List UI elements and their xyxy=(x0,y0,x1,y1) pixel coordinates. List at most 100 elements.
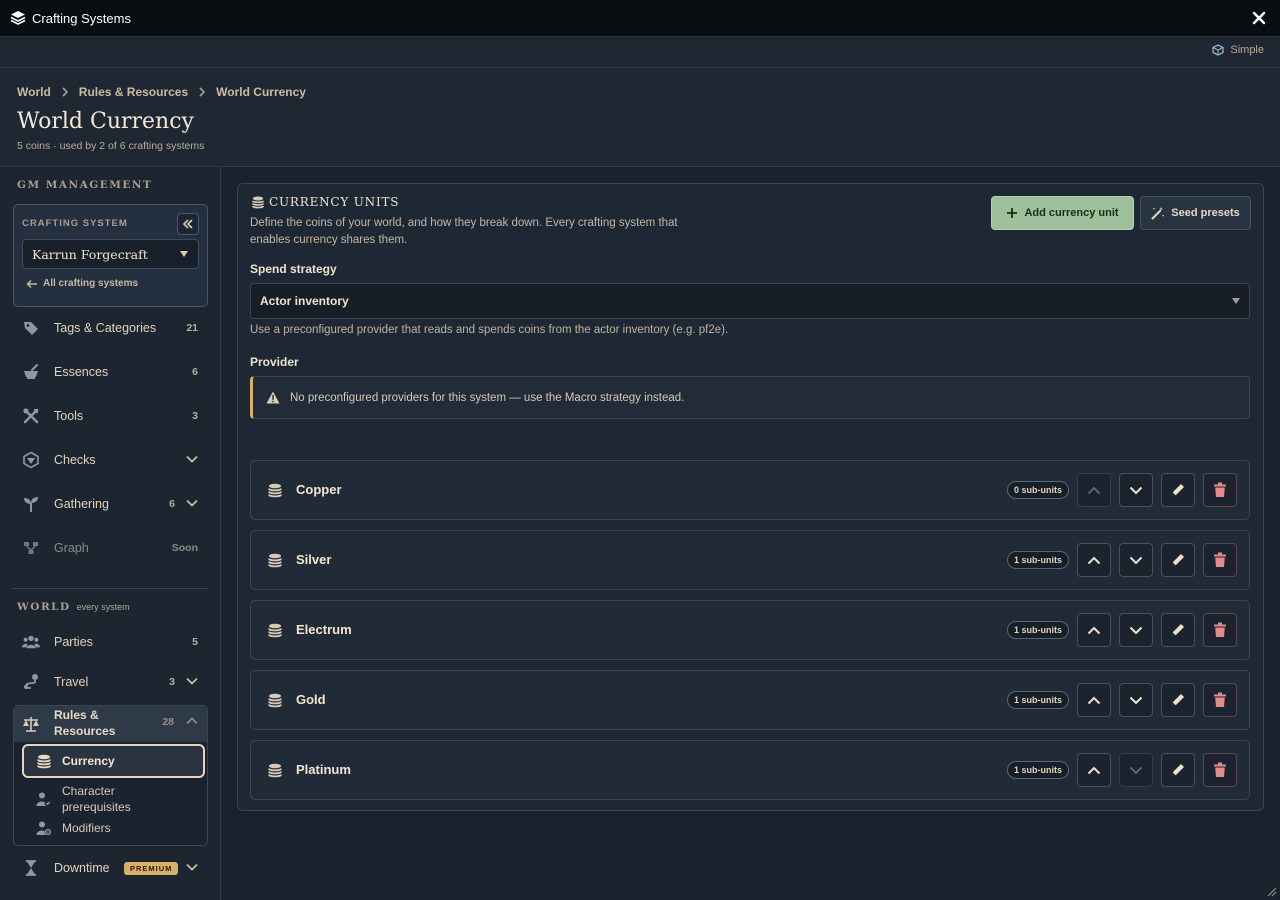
main-content: CURRENCY UNITS Define the coins of your … xyxy=(221,167,1280,900)
edit-button[interactable] xyxy=(1161,753,1195,787)
move-up-button[interactable] xyxy=(1077,753,1111,787)
mortar-icon xyxy=(24,364,38,379)
mode-toggle[interactable]: Simple xyxy=(1212,44,1264,56)
spend-strategy-value: Actor inventory xyxy=(260,294,349,308)
chevron-down-icon[interactable] xyxy=(186,499,198,507)
chevron-right-icon xyxy=(62,87,68,97)
seed-presets-label: Seed presets xyxy=(1171,207,1240,219)
sidebar-item-travel[interactable]: Travel 3 xyxy=(14,664,208,700)
pencil-icon xyxy=(1172,554,1184,566)
chevron-down-icon xyxy=(1129,766,1143,774)
spend-strategy-select[interactable]: Actor inventory xyxy=(250,283,1250,319)
move-down-button[interactable] xyxy=(1119,683,1153,717)
currency-units-panel: CURRENCY UNITS Define the coins of your … xyxy=(237,183,1264,811)
edit-button[interactable] xyxy=(1161,543,1195,577)
edit-button[interactable] xyxy=(1161,683,1195,717)
sidebar-item-tools[interactable]: Tools 3 xyxy=(14,398,208,434)
panel-title-text: CURRENCY UNITS xyxy=(269,195,400,209)
add-currency-unit-button[interactable]: Add currency unit xyxy=(991,196,1134,230)
trash-icon xyxy=(1214,622,1226,637)
breadcrumb-world[interactable]: World xyxy=(17,85,51,99)
sidebar-item-rules-resources[interactable]: Rules & Resources 28 xyxy=(14,706,207,742)
move-down-button[interactable] xyxy=(1119,613,1153,647)
collapse-sidebar-button[interactable] xyxy=(177,213,199,235)
move-up-button[interactable] xyxy=(1077,473,1111,507)
world-label: WORLD every system xyxy=(17,601,130,613)
warning-icon xyxy=(266,391,280,404)
sidebar-item-checks[interactable]: Checks xyxy=(14,442,208,478)
trash-icon xyxy=(1214,552,1226,567)
edit-button[interactable] xyxy=(1161,473,1195,507)
delete-button[interactable] xyxy=(1203,473,1237,507)
provider-warning-text: No preconfigured providers for this syst… xyxy=(290,391,685,404)
panel-description: Define the coins of your world, and how … xyxy=(250,217,678,246)
move-down-button[interactable] xyxy=(1119,753,1153,787)
chevron-down-icon[interactable] xyxy=(186,455,198,463)
coins-icon xyxy=(268,623,282,638)
premium-badge: PREMIUM xyxy=(124,862,179,875)
dice-icon xyxy=(23,451,39,469)
sidebar-item-count: 3 xyxy=(169,676,175,688)
sidebar-item-label: Travel xyxy=(54,675,89,689)
magic-wand-icon xyxy=(1151,207,1165,220)
coins-icon xyxy=(251,196,265,209)
crafting-system-select[interactable]: Karrun Forgecraft xyxy=(22,239,199,269)
coins-icon xyxy=(268,693,282,708)
currency-name: Silver xyxy=(296,552,332,567)
sidebar-item-tags[interactable]: Tags & Categories 21 xyxy=(14,310,208,346)
sidebar-item-downtime[interactable]: Downtime PREMIUM xyxy=(14,850,208,886)
move-down-button[interactable] xyxy=(1119,473,1153,507)
sub-units-badge: 1 sub-units xyxy=(1007,551,1070,569)
spend-strategy-label: Spend strategy xyxy=(250,262,337,276)
move-down-button[interactable] xyxy=(1119,543,1153,577)
sub-units-badge: 1 sub-units xyxy=(1007,621,1070,639)
chevron-down-icon[interactable] xyxy=(186,677,198,685)
mode-label: Simple xyxy=(1230,44,1264,56)
chevron-up-icon xyxy=(1087,766,1101,774)
coins-icon xyxy=(268,483,282,498)
sidebar-divider xyxy=(13,588,208,589)
sidebar-item-label: Graph xyxy=(54,541,89,555)
chevron-up-icon[interactable] xyxy=(186,717,198,725)
scale-icon xyxy=(23,717,39,732)
coins-icon xyxy=(268,763,282,778)
all-crafting-systems-link[interactable]: All crafting systems xyxy=(26,278,138,289)
sidebar-item-label: Downtime xyxy=(54,861,110,875)
delete-button[interactable] xyxy=(1203,543,1237,577)
edit-button[interactable] xyxy=(1161,613,1195,647)
layers-icon xyxy=(10,11,26,25)
all-crafting-systems-label: All crafting systems xyxy=(43,278,139,289)
breadcrumb-rules[interactable]: Rules & Resources xyxy=(79,85,188,99)
page-header: World Rules & Resources World Currency W… xyxy=(0,68,1280,167)
move-up-button[interactable] xyxy=(1077,543,1111,577)
seed-presets-button[interactable]: Seed presets xyxy=(1140,196,1251,230)
move-up-button[interactable] xyxy=(1077,613,1111,647)
delete-button[interactable] xyxy=(1203,753,1237,787)
delete-button[interactable] xyxy=(1203,683,1237,717)
sidebar-item-label: Checks xyxy=(54,453,96,467)
currency-row: Silver 1 sub-units xyxy=(250,530,1250,590)
sidebar-item-label: Gathering xyxy=(54,497,109,511)
sidebar-item-modifiers[interactable]: Modifiers xyxy=(22,816,205,840)
sidebar-item-character-prerequisites[interactable]: Character prerequisites xyxy=(22,782,205,816)
sidebar-item-graph[interactable]: Graph Soon xyxy=(14,530,208,566)
chevron-down-icon[interactable] xyxy=(186,863,198,871)
caret-down-icon xyxy=(1232,298,1240,304)
sidebar-item-count: 21 xyxy=(186,322,198,334)
sidebar-item-gathering[interactable]: Gathering 6 xyxy=(14,486,208,522)
chevron-up-icon xyxy=(1087,486,1101,494)
move-up-button[interactable] xyxy=(1077,683,1111,717)
sidebar-item-parties[interactable]: Parties 5 xyxy=(14,624,208,660)
breadcrumb-current: World Currency xyxy=(216,85,306,99)
sidebar-item-essences[interactable]: Essences 6 xyxy=(14,354,208,390)
crafting-system-value: Karrun Forgecraft xyxy=(32,246,148,262)
sidebar: GM MANAGEMENT CRAFTING SYSTEM Karrun For… xyxy=(0,167,221,900)
resize-handle-icon[interactable] xyxy=(1265,885,1277,897)
chevron-down-icon xyxy=(1129,486,1143,494)
delete-button[interactable] xyxy=(1203,613,1237,647)
close-icon[interactable] xyxy=(1250,9,1268,27)
sidebar-item-currency[interactable]: Currency xyxy=(22,744,205,778)
trash-icon xyxy=(1214,482,1226,497)
pencil-icon xyxy=(1172,484,1184,496)
mode-bar: Simple xyxy=(0,37,1280,68)
